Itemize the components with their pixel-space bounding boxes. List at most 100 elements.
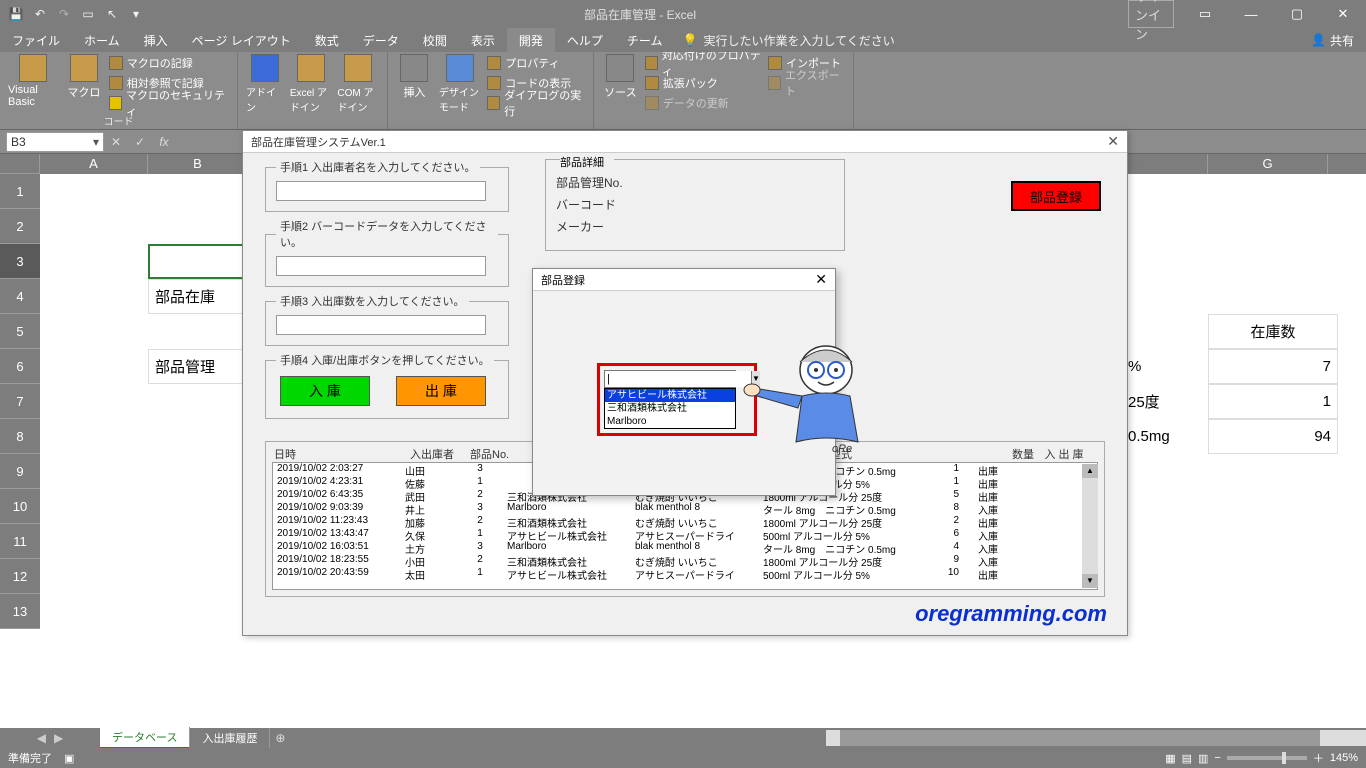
tab-developer[interactable]: 開発 xyxy=(507,28,555,52)
maker-combo-input[interactable] xyxy=(605,371,751,387)
tab-help[interactable]: ヘルプ xyxy=(555,28,615,52)
expansion-pack-button[interactable]: 拡張パック xyxy=(645,74,762,92)
col-B[interactable]: B xyxy=(148,154,248,174)
row-headers[interactable]: 12345678910111213 xyxy=(0,174,40,629)
macro-security-button[interactable]: マクロのセキュリティ xyxy=(109,94,229,112)
run-dialog-button[interactable]: ダイアログの実行 xyxy=(487,94,585,112)
new-sheet-button[interactable]: ⊕ xyxy=(270,731,290,745)
quantity-input[interactable] xyxy=(276,315,486,335)
design-mode-button[interactable]: デザイン モード xyxy=(439,54,481,114)
close-icon[interactable]: ✕ xyxy=(815,271,827,288)
visual-basic-button[interactable]: Visual Basic xyxy=(8,54,59,108)
cursor-icon[interactable]: ↖ xyxy=(104,6,120,22)
list-row[interactable]: 2019/10/02 13:43:47久保1アサヒビール株式会社アサヒスーパード… xyxy=(273,528,1097,541)
tab-view[interactable]: 表示 xyxy=(459,28,507,52)
properties-button[interactable]: プロパティ xyxy=(487,54,585,72)
macros-button[interactable]: マクロ xyxy=(65,54,103,100)
col-A[interactable]: A xyxy=(40,154,148,174)
touch-icon[interactable]: ▭ xyxy=(80,6,96,22)
horizontal-scrollbar[interactable] xyxy=(826,730,1366,746)
chevron-down-icon[interactable]: ▼ xyxy=(751,371,760,387)
listbox-scrollbar[interactable]: ▲ ▼ xyxy=(1082,464,1098,588)
tab-home[interactable]: ホーム xyxy=(72,28,132,52)
stock-in-button[interactable]: 入 庫 xyxy=(280,376,370,406)
cell-G7[interactable]: 1 xyxy=(1208,384,1338,419)
scroll-down-icon[interactable]: ▼ xyxy=(1082,574,1098,588)
record-macro-button[interactable]: マクロの記録 xyxy=(109,54,229,72)
window-title: 部品在庫管理 - Excel xyxy=(152,6,1128,23)
list-row[interactable]: 2019/10/02 16:03:51土方3Marlboroblak menth… xyxy=(273,541,1097,554)
qat-more-icon[interactable]: ▾ xyxy=(128,6,144,22)
cell-G6[interactable]: 7 xyxy=(1208,349,1338,384)
operator-name-input[interactable] xyxy=(276,181,486,201)
sheet-tab-history[interactable]: 入出庫履歴 xyxy=(190,728,270,748)
tab-formulas[interactable]: 数式 xyxy=(303,28,351,52)
tab-file[interactable]: ファイル xyxy=(0,28,72,52)
refresh-data-button[interactable]: データの更新 xyxy=(645,94,762,112)
view-pagelayout-icon[interactable]: ▤ xyxy=(1182,752,1192,765)
name-box[interactable]: B3▾ xyxy=(6,132,104,152)
cell-B3[interactable] xyxy=(148,244,248,279)
tab-pagelayout[interactable]: ページ レイアウト xyxy=(180,28,303,52)
zoom-slider[interactable] xyxy=(1227,756,1307,760)
zoom-in-icon[interactable]: ＋ xyxy=(1313,750,1324,766)
view-pagebreak-icon[interactable]: ▥ xyxy=(1198,752,1208,765)
col-G[interactable]: G xyxy=(1208,154,1328,174)
cancel-formula-icon[interactable]: ✕ xyxy=(104,135,128,149)
minimize-icon[interactable]: ― xyxy=(1228,0,1274,28)
redo-icon[interactable]: ↷ xyxy=(56,6,72,22)
addins-button[interactable]: アドイン xyxy=(246,54,284,114)
list-row[interactable]: 2019/10/02 9:03:39井上3Marlboroblak mentho… xyxy=(273,502,1097,515)
list-row[interactable]: 2019/10/02 20:43:59太田1アサヒビール株式会社アサヒスーパード… xyxy=(273,567,1097,580)
tell-me[interactable]: 💡実行したい作業を入力してください xyxy=(683,28,895,52)
dropdown-option[interactable]: 三和酒類株式会社 xyxy=(605,402,735,415)
enter-formula-icon[interactable]: ✓ xyxy=(128,135,152,149)
cell-F7[interactable]: 25度 xyxy=(1122,384,1208,419)
tab-data[interactable]: データ xyxy=(351,28,411,52)
com-addins-button[interactable]: COM アドイン xyxy=(337,54,379,114)
select-all-corner[interactable] xyxy=(0,154,40,174)
stock-out-button[interactable]: 出 庫 xyxy=(396,376,486,406)
tab-insert[interactable]: 挿入 xyxy=(132,28,180,52)
source-button[interactable]: ソース xyxy=(602,54,639,100)
list-row[interactable]: 2019/10/02 11:23:43加藤2三和酒類株式会社むぎ焼酎 いいちこ1… xyxy=(273,515,1097,528)
maker-dropdown-list[interactable]: アサヒビール株式会社 三和酒類株式会社 Marlboro xyxy=(604,388,736,429)
cell-F8[interactable]: 0.5mg xyxy=(1122,419,1208,454)
cell-G5[interactable]: 在庫数 xyxy=(1208,314,1338,349)
list-row[interactable]: 2019/10/02 18:23:55小田2三和酒類株式会社むぎ焼酎 いいちこ1… xyxy=(273,554,1097,567)
chevron-down-icon[interactable]: ▾ xyxy=(93,135,99,149)
tab-nav-prev-icon[interactable]: ◀ xyxy=(37,731,46,745)
macro-status-icon[interactable]: ▣ xyxy=(64,752,74,765)
register-part-button[interactable]: 部品登録 xyxy=(1011,181,1101,211)
cell-B7-label[interactable]: 部品管理 xyxy=(148,349,248,384)
dropdown-option[interactable]: アサヒビール株式会社 xyxy=(605,389,735,402)
save-icon[interactable]: 💾 xyxy=(8,6,24,22)
undo-icon[interactable]: ↶ xyxy=(32,6,48,22)
maximize-icon[interactable]: ▢ xyxy=(1274,0,1320,28)
maker-combobox[interactable]: ▼ xyxy=(604,370,736,388)
sheet-tab-database[interactable]: データベース xyxy=(100,727,190,749)
barcode-input[interactable] xyxy=(276,256,486,276)
cell-B5-label[interactable]: 部品在庫 xyxy=(148,279,248,314)
ribbon-options-icon[interactable]: ▭ xyxy=(1182,0,1228,28)
scroll-up-icon[interactable]: ▲ xyxy=(1082,464,1098,478)
scrollbar-thumb[interactable] xyxy=(840,730,1320,746)
tab-nav-next-icon[interactable]: ▶ xyxy=(54,731,63,745)
tab-team[interactable]: チーム xyxy=(615,28,675,52)
zoom-out-icon[interactable]: − xyxy=(1214,752,1220,764)
tab-review[interactable]: 校閲 xyxy=(411,28,459,52)
close-icon[interactable]: ✕ xyxy=(1320,0,1366,28)
fx-icon[interactable]: fx xyxy=(152,135,176,149)
cell-G8[interactable]: 94 xyxy=(1208,419,1338,454)
excel-addins-button[interactable]: Excel アドイン xyxy=(290,54,332,114)
zoom-level[interactable]: 145% xyxy=(1330,752,1358,764)
view-normal-icon[interactable]: ▦ xyxy=(1165,752,1175,765)
insert-control-button[interactable]: 挿入 xyxy=(396,54,433,100)
dropdown-option[interactable]: Marlboro xyxy=(605,415,735,428)
close-icon[interactable]: ✕ xyxy=(1107,133,1119,150)
cell-F6[interactable]: % xyxy=(1122,349,1208,384)
map-props-button[interactable]: 対応付けのプロパティ xyxy=(645,54,762,72)
signin-button[interactable]: サインイン xyxy=(1128,0,1174,28)
export-button[interactable]: エクスポート xyxy=(768,74,845,92)
share-button[interactable]: 👤共有 xyxy=(1299,28,1366,52)
